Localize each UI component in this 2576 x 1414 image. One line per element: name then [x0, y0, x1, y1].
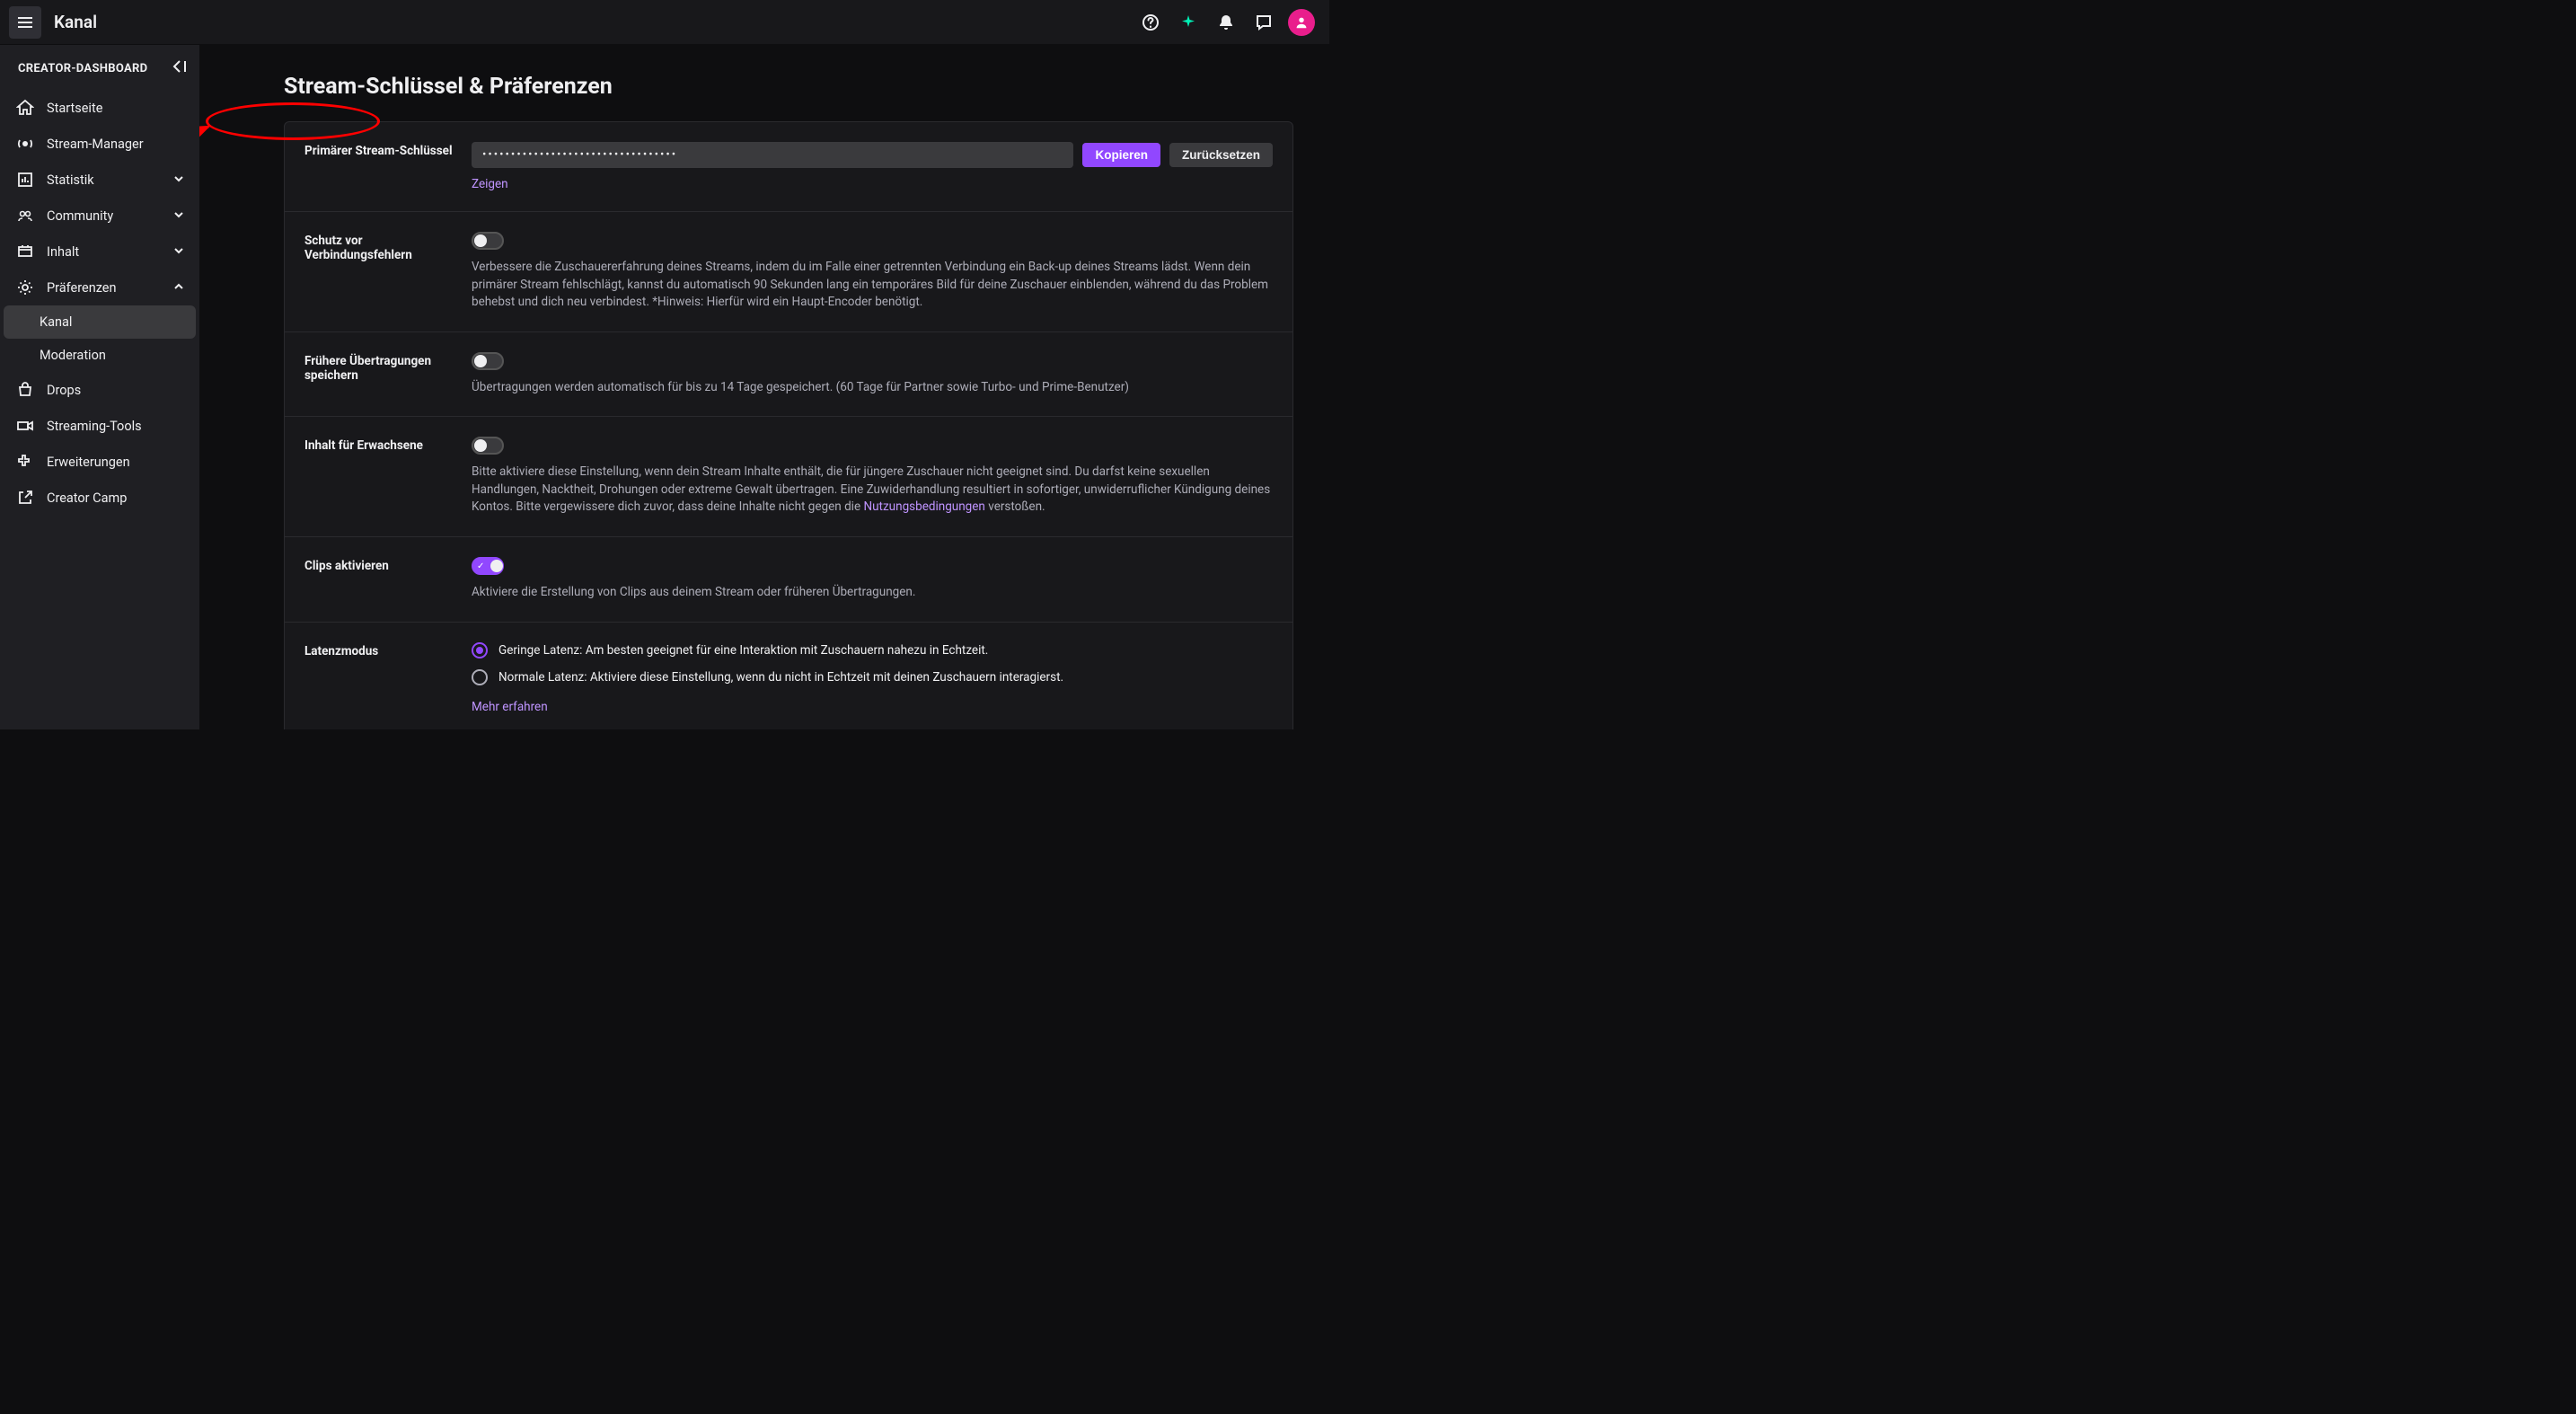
- community-icon: [16, 207, 34, 225]
- live-icon: [16, 135, 34, 153]
- show-key-link[interactable]: Zeigen: [472, 177, 508, 191]
- extensions-icon: [16, 453, 34, 471]
- row-stream-key: Primärer Stream-Schlüssel Kopieren Zurüc…: [285, 122, 1292, 212]
- row-latency: Latenzmodus Geringe Latenz: Am besten ge…: [285, 623, 1292, 730]
- mature-label: Inhalt für Erwachsene: [304, 437, 472, 517]
- chevron-up-icon: [172, 280, 187, 295]
- sidebar-subitem-kanal[interactable]: Kanal: [4, 305, 196, 339]
- collapse-sidebar-button[interactable]: [169, 59, 187, 77]
- vod-toggle[interactable]: [472, 352, 504, 370]
- sidebar-item-label: Drops: [47, 383, 187, 398]
- page-channel-title: Kanal: [54, 12, 97, 32]
- bell-icon: [1217, 13, 1235, 31]
- stream-key-input[interactable]: [472, 142, 1073, 168]
- stats-icon: [16, 171, 34, 189]
- latency-normal-radio[interactable]: Normale Latenz: Aktiviere diese Einstell…: [472, 669, 1273, 685]
- sidebar-item-community[interactable]: Community: [0, 198, 199, 234]
- sidebar-subitem-label: Moderation: [40, 348, 106, 363]
- sidebar-item-statistics[interactable]: Statistik: [0, 162, 199, 198]
- help-button[interactable]: [1137, 9, 1164, 36]
- sidebar-item-label: Präferenzen: [47, 280, 160, 296]
- avatar-icon: [1293, 14, 1310, 31]
- sidebar-item-label: Startseite: [47, 101, 187, 116]
- sidebar-item-content[interactable]: Inhalt: [0, 234, 199, 270]
- external-link-icon: [16, 489, 34, 507]
- copy-button[interactable]: Kopieren: [1082, 143, 1160, 167]
- row-mature-content: Inhalt für Erwachsene Bitte aktiviere di…: [285, 417, 1292, 537]
- camera-icon: [16, 417, 34, 435]
- latency-more-link[interactable]: Mehr erfahren: [472, 700, 548, 714]
- chevron-down-icon: [172, 172, 187, 187]
- sidebar: CREATOR-DASHBOARD Startseite Stream-Mana…: [0, 45, 199, 729]
- help-icon: [1142, 13, 1160, 31]
- content-icon: [16, 243, 34, 261]
- sidebar-item-stream-manager[interactable]: Stream-Manager: [0, 126, 199, 162]
- sidebar-item-label: Inhalt: [47, 244, 160, 260]
- vod-desc: Übertragungen werden automatisch für bis…: [472, 379, 1273, 397]
- sidebar-title: CREATOR-DASHBOARD: [18, 62, 147, 75]
- hamburger-menu-button[interactable]: [9, 6, 41, 39]
- reset-button[interactable]: Zurücksetzen: [1169, 143, 1273, 167]
- settings-panel: Primärer Stream-Schlüssel Kopieren Zurüc…: [284, 121, 1293, 729]
- sidebar-item-label: Streaming-Tools: [47, 419, 187, 434]
- sidebar-item-streaming-tools[interactable]: Streaming-Tools: [0, 408, 199, 444]
- collapse-icon: [169, 59, 187, 74]
- sidebar-item-drops[interactable]: Drops: [0, 372, 199, 408]
- disconnect-toggle[interactable]: [472, 232, 504, 250]
- sidebar-item-label: Community: [47, 208, 160, 224]
- sidebar-item-extensions[interactable]: Erweiterungen: [0, 444, 199, 480]
- chevron-down-icon: [172, 208, 187, 223]
- vod-label: Frühere Übertragungen speichern: [304, 352, 472, 397]
- radio-icon: [472, 642, 488, 658]
- sidebar-item-home[interactable]: Startseite: [0, 90, 199, 126]
- disconnect-label: Schutz vor Verbindungsfehlern: [304, 232, 472, 312]
- clips-desc: Aktiviere die Erstellung von Clips aus d…: [472, 584, 1273, 602]
- sidebar-item-label: Statistik: [47, 172, 160, 188]
- sidebar-item-label: Stream-Manager: [47, 137, 187, 152]
- latency-normal-label: Normale Latenz: Aktiviere diese Einstell…: [498, 670, 1063, 685]
- tos-link[interactable]: Nutzungsbedingungen: [863, 499, 984, 514]
- page-title: Stream-Schlüssel & Präferenzen: [284, 74, 1293, 100]
- drops-icon: [16, 381, 34, 399]
- sidebar-item-label: Creator Camp: [47, 490, 187, 506]
- whispers-button[interactable]: [1250, 9, 1277, 36]
- radio-icon: [472, 669, 488, 685]
- home-icon: [16, 99, 34, 117]
- sparkle-icon: [1179, 13, 1197, 31]
- row-clips: Clips aktivieren ✓ Aktiviere die Erstell…: [285, 537, 1292, 623]
- sparkle-button[interactable]: [1175, 9, 1202, 36]
- row-store-vod: Frühere Übertragungen speichern Übertrag…: [285, 332, 1292, 418]
- clips-toggle[interactable]: ✓: [472, 557, 504, 575]
- topbar: Kanal: [0, 0, 1329, 45]
- chat-icon: [1255, 13, 1273, 31]
- row-disconnect-protection: Schutz vor Verbindungsfehlern Verbessere…: [285, 212, 1292, 332]
- main-content: Stream-Schlüssel & Präferenzen Primärer …: [199, 45, 1329, 729]
- hamburger-icon: [16, 13, 34, 31]
- latency-low-label: Geringe Latenz: Am besten geeignet für e…: [498, 643, 988, 658]
- latency-low-radio[interactable]: Geringe Latenz: Am besten geeignet für e…: [472, 642, 1273, 658]
- latency-label: Latenzmodus: [304, 642, 472, 714]
- gear-icon: [16, 278, 34, 296]
- sidebar-subitem-moderation[interactable]: Moderation: [0, 339, 199, 372]
- clips-label: Clips aktivieren: [304, 557, 472, 602]
- sidebar-item-creator-camp[interactable]: Creator Camp: [0, 480, 199, 516]
- stream-key-label: Primärer Stream-Schlüssel: [304, 142, 472, 191]
- sidebar-item-preferences[interactable]: Präferenzen: [0, 270, 199, 305]
- mature-desc: Bitte aktiviere diese Einstellung, wenn …: [472, 464, 1273, 517]
- annotation-arrow: [199, 121, 217, 157]
- sidebar-item-label: Erweiterungen: [47, 455, 187, 470]
- chevron-down-icon: [172, 244, 187, 259]
- notifications-button[interactable]: [1213, 9, 1239, 36]
- user-avatar[interactable]: [1288, 9, 1315, 36]
- mature-toggle[interactable]: [472, 437, 504, 455]
- sidebar-subitem-label: Kanal: [40, 314, 72, 330]
- disconnect-desc: Verbessere die Zuschauererfahrung deines…: [472, 259, 1273, 312]
